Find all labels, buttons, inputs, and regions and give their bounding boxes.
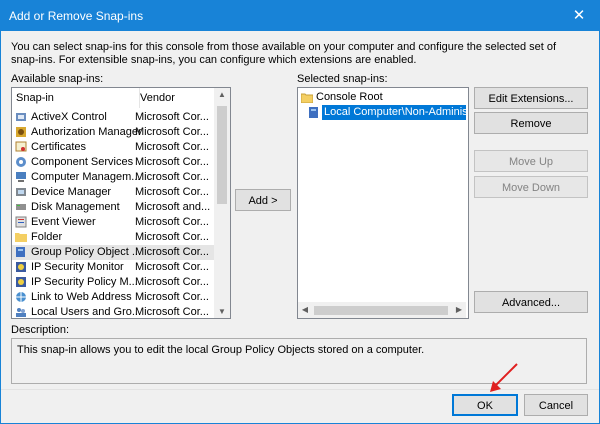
certificate-icon bbox=[15, 141, 27, 152]
snapin-vendor: Microsoft Cor... bbox=[135, 141, 209, 153]
scroll-thumb[interactable] bbox=[217, 106, 227, 204]
list-item[interactable]: Component Services Microsoft Cor... bbox=[12, 155, 214, 170]
cancel-button[interactable]: Cancel bbox=[524, 394, 588, 416]
list-item[interactable]: Device Manager Microsoft Cor... bbox=[12, 185, 214, 200]
intro-text: You can select snap-ins for this console… bbox=[11, 41, 557, 66]
edit-extensions-button[interactable]: Edit Extensions... bbox=[474, 87, 588, 109]
tree-node-local-computer[interactable]: Local Computer\Non-Administrat... bbox=[308, 105, 466, 120]
device-manager-icon bbox=[16, 188, 26, 196]
list-item[interactable]: Event Viewer Microsoft Cor... bbox=[12, 215, 214, 230]
annotation-arrow-icon bbox=[490, 363, 518, 392]
snapin-vendor: Microsoft Cor... bbox=[135, 246, 209, 258]
disk-icon bbox=[16, 204, 26, 210]
advanced-button[interactable]: Advanced... bbox=[474, 291, 588, 313]
list-item[interactable]: Folder Microsoft Cor... bbox=[12, 230, 214, 245]
title-bar[interactable]: Add or Remove Snap-ins ✕ bbox=[1, 1, 599, 31]
ip-security-icon bbox=[16, 262, 26, 272]
snapin-name: Local Users and Gro... bbox=[31, 306, 141, 318]
snapin-vendor: Microsoft and... bbox=[135, 201, 211, 213]
users-icon bbox=[16, 308, 26, 317]
snapin-name: Link to Web Address bbox=[31, 291, 132, 303]
snapin-name: IP Security Policy M... bbox=[31, 276, 138, 288]
move-up-button[interactable]: Move Up bbox=[474, 150, 588, 172]
selected-snapins-tree[interactable]: Console Root Local Computer\Non-Administ… bbox=[297, 87, 469, 319]
description-text: This snap-in allows you to edit the loca… bbox=[17, 344, 425, 356]
snapin-vendor: Microsoft Cor... bbox=[135, 216, 209, 228]
available-snapins-label: Available snap-ins: bbox=[11, 73, 104, 85]
web-link-icon bbox=[16, 292, 26, 302]
horizontal-scroll-thumb[interactable] bbox=[314, 306, 448, 315]
horizontal-scrollbar[interactable]: ◀ ▶ bbox=[298, 302, 466, 318]
list-item[interactable]: Link to Web Address Microsoft Cor... bbox=[12, 290, 214, 305]
snapin-name: Folder bbox=[31, 231, 63, 243]
list-item[interactable]: ActiveX Control Microsoft Cor... bbox=[12, 110, 214, 125]
description-label: Description: bbox=[11, 324, 70, 336]
list-item[interactable]: Disk Management Microsoft and... bbox=[12, 200, 214, 215]
group-policy-icon bbox=[16, 247, 25, 257]
list-item[interactable]: Group Policy Object ... Microsoft Cor... bbox=[12, 245, 214, 260]
activex-icon bbox=[16, 113, 26, 121]
list-item[interactable]: IP Security Policy M... Microsoft Cor... bbox=[12, 275, 214, 290]
list-item[interactable]: Authorization Manager Microsoft Cor... bbox=[12, 125, 214, 140]
available-snapins-list[interactable]: Snap-in Vendor ActiveX Control Microsoft … bbox=[11, 87, 231, 319]
scroll-left-arrow-icon[interactable]: ◀ bbox=[298, 305, 312, 314]
snapin-name: Event Viewer bbox=[31, 216, 96, 228]
list-item[interactable]: Computer Managem... Microsoft Cor... bbox=[12, 170, 214, 185]
snapin-vendor: Microsoft Cor... bbox=[135, 291, 209, 303]
move-down-button[interactable]: Move Down bbox=[474, 176, 588, 198]
snapin-name: Authorization Manager bbox=[31, 126, 141, 138]
group-policy-icon bbox=[309, 107, 318, 118]
snapin-vendor: Microsoft Cor... bbox=[135, 156, 209, 168]
tree-node-label-selected: Local Computer\Non-Administrat... bbox=[322, 105, 466, 120]
authorization-icon bbox=[16, 127, 26, 137]
scroll-down-arrow-icon[interactable]: ▼ bbox=[214, 307, 230, 316]
component-services-icon bbox=[16, 157, 26, 167]
list-item[interactable]: Local Users and Gro... Microsoft Cor... bbox=[12, 305, 214, 318]
computer-icon bbox=[16, 172, 26, 182]
column-header-vendor[interactable]: Vendor bbox=[136, 88, 210, 108]
list-item[interactable]: Certificates Microsoft Cor... bbox=[12, 140, 214, 155]
snapin-name: Computer Managem... bbox=[31, 171, 141, 183]
snapin-vendor: Microsoft Cor... bbox=[135, 306, 209, 318]
snapin-vendor: Microsoft Cor... bbox=[135, 276, 209, 288]
vertical-scrollbar[interactable]: ▲ ▼ bbox=[214, 88, 230, 318]
snapin-name: ActiveX Control bbox=[31, 111, 107, 123]
dialog-window: Add or Remove Snap-ins ✕ You can select … bbox=[0, 0, 600, 424]
snapin-vendor: Microsoft Cor... bbox=[135, 126, 209, 138]
snapin-name: Group Policy Object ... bbox=[31, 246, 141, 258]
snapin-name: IP Security Monitor bbox=[31, 261, 124, 273]
folder-icon bbox=[301, 93, 313, 103]
event-viewer-icon bbox=[15, 216, 27, 228]
tree-node-label: Console Root bbox=[316, 91, 383, 103]
snapin-vendor: Microsoft Cor... bbox=[135, 111, 209, 123]
close-button[interactable]: ✕ bbox=[559, 1, 599, 31]
add-button[interactable]: Add > bbox=[235, 189, 291, 211]
snapin-vendor: Microsoft Cor... bbox=[135, 261, 209, 273]
column-header-snapin[interactable]: Snap-in bbox=[12, 88, 140, 108]
folder-icon bbox=[15, 233, 27, 242]
scroll-right-arrow-icon[interactable]: ▶ bbox=[452, 305, 466, 314]
snapin-name: Disk Management bbox=[31, 201, 120, 213]
remove-button[interactable]: Remove bbox=[474, 112, 588, 134]
ip-security-icon bbox=[16, 277, 26, 287]
snapin-vendor: Microsoft Cor... bbox=[135, 186, 209, 198]
ok-button[interactable]: OK bbox=[452, 394, 518, 416]
snapin-vendor: Microsoft Cor... bbox=[135, 171, 209, 183]
scroll-up-arrow-icon[interactable]: ▲ bbox=[214, 90, 230, 99]
snapin-name: Device Manager bbox=[31, 186, 112, 198]
window-title: Add or Remove Snap-ins bbox=[9, 9, 144, 23]
snapin-name: Certificates bbox=[31, 141, 87, 153]
selected-snapins-label: Selected snap-ins: bbox=[297, 73, 388, 85]
snapin-name: Component Services bbox=[31, 156, 134, 168]
list-item[interactable]: IP Security Monitor Microsoft Cor... bbox=[12, 260, 214, 275]
snapin-vendor: Microsoft Cor... bbox=[135, 231, 209, 243]
